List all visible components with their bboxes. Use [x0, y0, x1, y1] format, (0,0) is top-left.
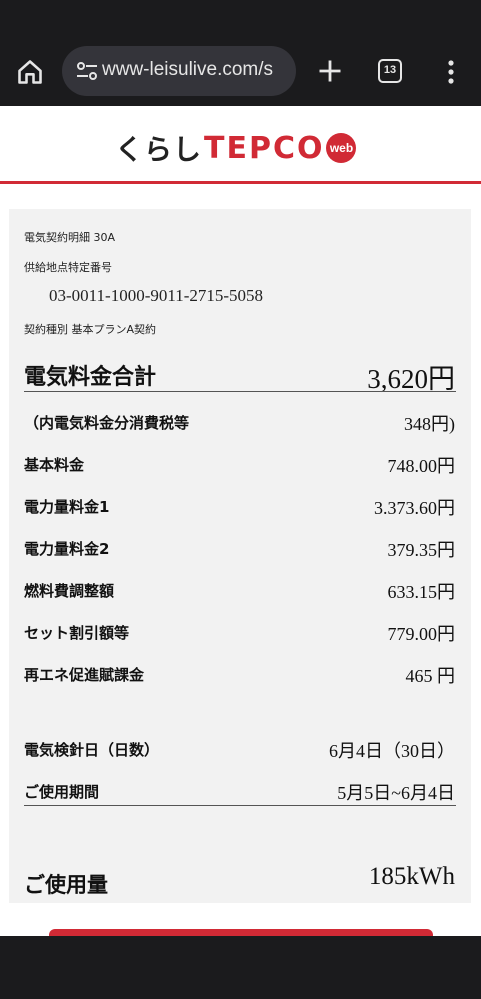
row-value-set-discount: 779.00円: [387, 624, 456, 644]
usage-label: ご使用量: [24, 873, 108, 897]
row-value-energy2: 379.35円: [387, 540, 456, 560]
row-label-energy2: 電力量料金2: [24, 540, 110, 558]
home-icon[interactable]: [16, 58, 44, 86]
status-bar: [0, 0, 481, 38]
web-page: くらしTEPCO web 電気契約明細 30A 供給地点特定番号 03-0011-…: [0, 106, 481, 936]
site-settings-icon[interactable]: [76, 61, 98, 81]
total-label: 電気料金合計: [24, 365, 157, 390]
usage-value: 185kWh: [368, 863, 455, 890]
site-header: くらしTEPCO web: [0, 106, 481, 184]
usage-period-value: 5月5日~6月4日: [337, 783, 455, 803]
row-label-energy1: 電力量料金1: [24, 498, 110, 516]
tab-switcher-button[interactable]: 13: [378, 59, 402, 83]
supply-point-number: 03-0011-1000-9011-2715-5058: [49, 286, 264, 305]
reading-date-value: 6月4日（30日）: [329, 741, 455, 761]
address-bar[interactable]: www-leisulive.com/s: [62, 46, 296, 96]
row-value-energy1: 3.373.60円: [374, 498, 455, 518]
system-nav-bar: [0, 936, 481, 999]
row-value-fuel: 633.15円: [387, 582, 456, 602]
action-button[interactable]: [49, 929, 433, 936]
kurashi-tepco-logo[interactable]: くらしTEPCO web: [115, 128, 357, 168]
row-label-fuel: 燃料費調整額: [24, 582, 115, 600]
browser-toolbar: www-leisulive.com/s 13: [0, 38, 481, 106]
row-label-tax: （内電気料金分消費税等: [24, 414, 190, 432]
logo-kurashi-text: くらし: [115, 133, 203, 166]
contract-detail: 電気契約明細 30A: [24, 231, 116, 244]
supply-point-label: 供給地点特定番号: [24, 261, 112, 274]
contract-type: 契約種別 基本プランA契約: [24, 323, 157, 336]
total-divider: [24, 391, 456, 392]
row-label-set-discount: セット割引額等: [24, 624, 130, 642]
row-value-tax: 348円): [404, 414, 455, 434]
logo-brand-text: TEPCO: [204, 130, 325, 166]
more-menu-icon[interactable]: [446, 58, 456, 86]
new-tab-icon[interactable]: [316, 57, 344, 85]
row-label-renewable: 再エネ促進賦課金: [24, 666, 145, 684]
row-value-renewable: 465 円: [405, 666, 456, 686]
reading-date-label: 電気検針日（日数）: [24, 741, 160, 759]
bill-card: 電気契約明細 30A 供給地点特定番号 03-0011-1000-9011-27…: [9, 209, 471, 903]
period-divider: [24, 805, 456, 806]
usage-period-label: ご使用期間: [24, 783, 100, 801]
logo-web-badge: web: [326, 133, 357, 163]
row-value-basic: 748.00円: [387, 456, 456, 476]
row-label-basic: 基本料金: [24, 456, 85, 474]
url-text: www-leisulive.com/s: [102, 59, 274, 80]
